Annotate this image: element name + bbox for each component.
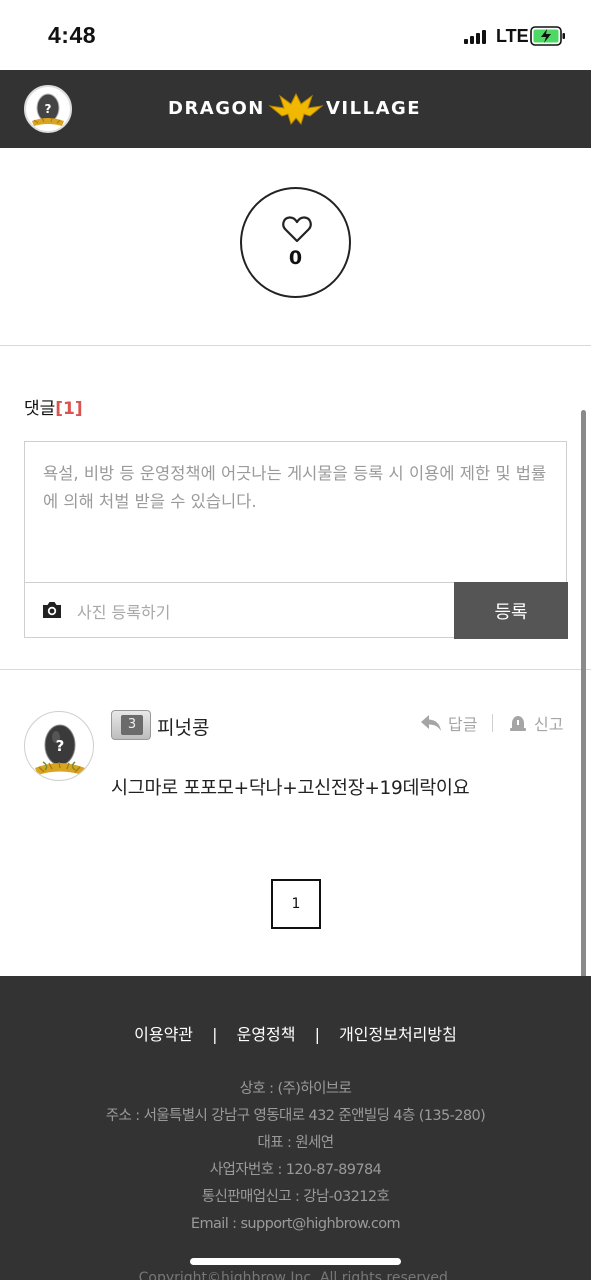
comments-title: 댓글 <box>24 399 56 419</box>
status-bar: 4:48 LTE <box>0 0 591 70</box>
company-info: 상호 : (주)하이브로 주소 : 서울특별시 강남구 영동대로 432 준앤빌… <box>0 1076 591 1238</box>
dragon-village-logo[interactable]: DRAGON VILLAGE <box>168 88 424 130</box>
camera-icon <box>43 602 61 618</box>
terms-link[interactable]: 이용약관 <box>134 1025 193 1044</box>
level-number: 3 <box>121 715 143 735</box>
comment-author[interactable]: 피넛콩 <box>157 713 209 740</box>
photo-upload-label: 사진 등록하기 <box>77 603 171 622</box>
business-number: 사업자번호 : 120-87-89784 <box>209 1162 382 1178</box>
submit-comment-button[interactable]: 등록 <box>454 582 568 639</box>
operation-policy-link[interactable]: 운영정책 <box>237 1025 296 1044</box>
reply-label: 답글 <box>448 715 478 734</box>
footer-links: 이용약관 | 운영정책 | 개인정보처리방침 <box>0 1021 591 1045</box>
report-button[interactable]: 신고 <box>508 711 563 735</box>
company-ceo: 대표 : 원세연 <box>257 1135 334 1151</box>
egg-icon: ? <box>32 93 64 126</box>
status-time: 4:48 <box>48 22 97 48</box>
company-address: 주소 : 서울특별시 강남구 영동대로 432 준앤빌딩 4층 (135-280… <box>105 1108 486 1124</box>
copyright: Copyright©highbrow Inc. All rights reser… <box>138 1270 453 1280</box>
divider <box>0 345 591 346</box>
support-email[interactable]: Email : support@highbrow.com <box>0 1211 591 1238</box>
reply-button[interactable]: 답글 <box>420 711 477 735</box>
app-header: ? DRAGON VILLAGE <box>0 70 591 148</box>
comment-text: 시그마로 포포모+닥나+고신전장+19데락이요 <box>111 778 470 799</box>
company-name: 상호 : (주)하이브로 <box>239 1081 352 1097</box>
comment-input[interactable] <box>25 442 566 582</box>
svg-text:?: ? <box>56 737 65 755</box>
comments-heading: 댓글[1] <box>24 394 83 419</box>
commenter-avatar[interactable]: ? <box>24 711 94 781</box>
home-indicator[interactable] <box>190 1258 401 1265</box>
egg-icon: ? <box>35 724 85 775</box>
logo-text-left: DRAGON <box>168 98 265 119</box>
photo-upload-button[interactable]: 사진 등록하기 <box>25 583 453 638</box>
logo-text-right: VILLAGE <box>326 98 422 119</box>
profile-avatar-button[interactable]: ? <box>24 85 72 133</box>
like-count: 0 <box>288 247 303 269</box>
siren-icon <box>510 716 526 731</box>
scrollbar[interactable] <box>581 410 586 980</box>
dragon-emblem-icon <box>268 92 324 126</box>
signal-icon <box>464 30 488 44</box>
network-label: LTE <box>496 26 529 46</box>
comment-form-actions: 사진 등록하기 등록 <box>25 582 568 639</box>
comment-form: 사진 등록하기 등록 <box>24 441 568 639</box>
action-separator <box>492 714 493 732</box>
comments-count: [1] <box>55 399 83 419</box>
battery-charging-icon <box>530 26 565 46</box>
divider <box>0 669 591 670</box>
footer: 이용약관 | 운영정책 | 개인정보처리방침 상호 : (주)하이브로 주소 :… <box>0 976 591 1280</box>
heart-icon <box>282 216 312 243</box>
link-separator: | <box>314 1025 320 1044</box>
level-badge: 3 <box>111 710 151 740</box>
page-number-button[interactable]: 1 <box>271 879 321 929</box>
report-label: 신고 <box>534 715 564 734</box>
link-separator: | <box>212 1025 218 1044</box>
svg-text:?: ? <box>45 102 52 116</box>
privacy-policy-link[interactable]: 개인정보처리방침 <box>339 1025 457 1044</box>
reply-arrow-icon <box>421 715 441 731</box>
mail-order-number: 통신판매업신고 : 강남-03212호 <box>201 1189 390 1205</box>
like-button[interactable]: 0 <box>240 187 351 298</box>
